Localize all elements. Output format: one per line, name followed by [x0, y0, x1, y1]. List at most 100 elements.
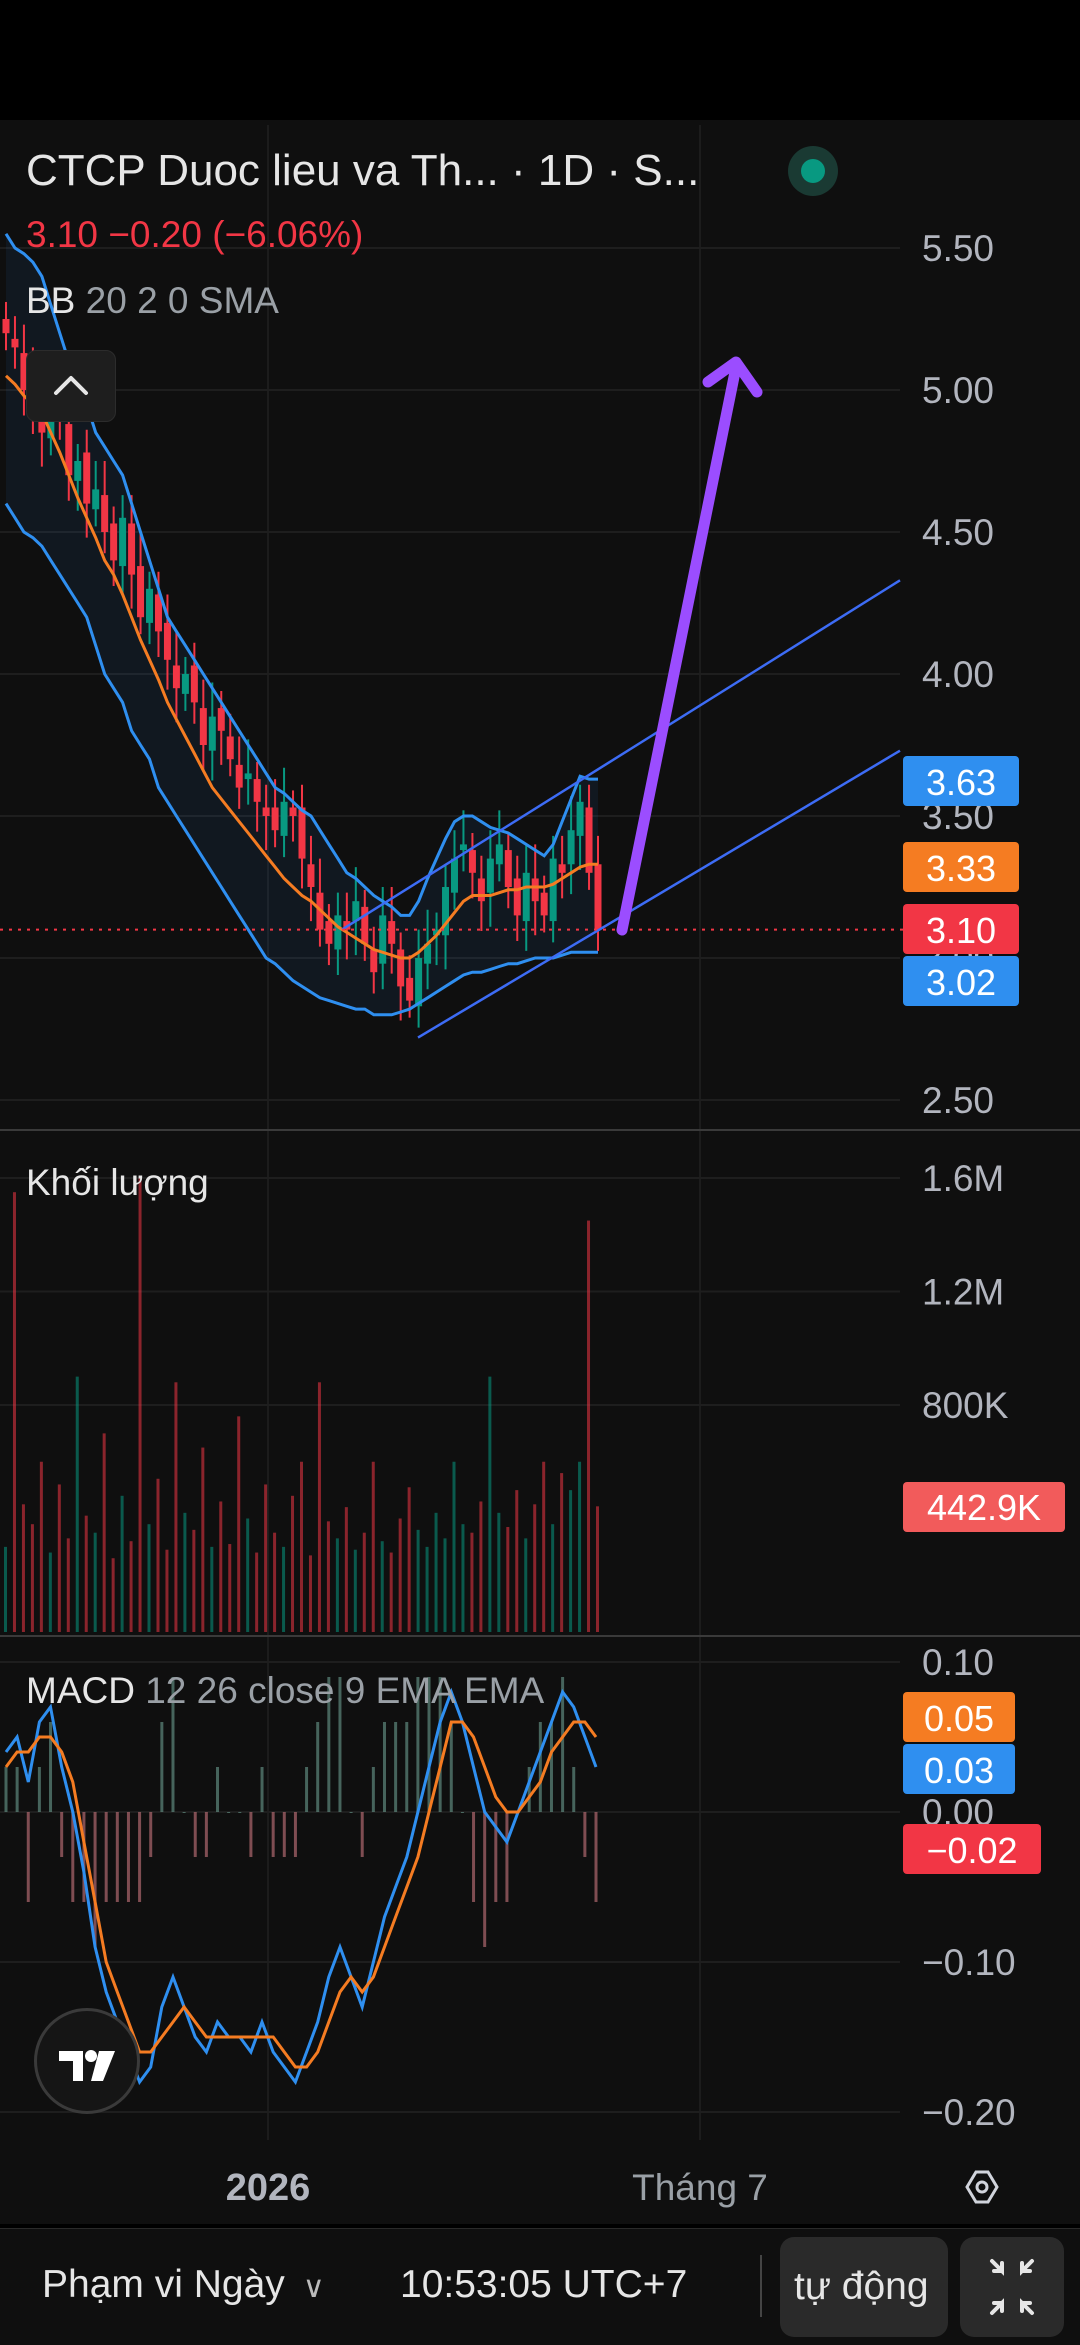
macd-histogram-bar [371, 1767, 375, 1812]
volume-bar [506, 1527, 510, 1632]
volume-bar [147, 1524, 151, 1632]
time-label-2026: 2026 [226, 2167, 311, 2209]
macd-histogram-bar [182, 1812, 186, 1813]
macd-histogram-bar [505, 1812, 509, 1902]
price-pane[interactable] [0, 232, 905, 1039]
macd-histogram-bar [271, 1812, 275, 1857]
macd-tag-label: −0.02 [926, 1830, 1017, 1871]
volume-bar [156, 1478, 160, 1632]
candle-body [397, 949, 405, 987]
macd-histogram-bar [460, 1812, 464, 1813]
macd-histogram-bar [483, 1812, 487, 1947]
candle-body [486, 858, 494, 893]
volume-bar [120, 1495, 124, 1632]
volume-bar [21, 1504, 25, 1632]
fit-screen-button[interactable] [960, 2237, 1064, 2337]
volume-bar [335, 1538, 339, 1632]
volume-bar [39, 1461, 43, 1632]
clock-timezone[interactable]: 10:53:05 UTC+7 [400, 2263, 687, 2307]
price-change-readout: 3.10 −0.20 (−6.06%) [26, 214, 364, 255]
auto-scale-button[interactable]: tự động [780, 2237, 948, 2337]
candle-body [119, 517, 127, 567]
volume-bar [497, 1512, 501, 1632]
macd-histogram-bar [26, 1812, 30, 1902]
macd-histogram-bar [4, 1767, 8, 1812]
macd-histogram-bar [37, 1767, 41, 1812]
price-tick-label: 2.50 [922, 1080, 994, 1121]
macd-histogram-bar [527, 1767, 531, 1812]
volume-bar [219, 1501, 223, 1632]
price-axis[interactable]: 2.503.003.504.004.505.005.503.633.333.10… [903, 228, 1065, 2133]
volume-bar [138, 1178, 142, 1632]
macd-histogram-bar [316, 1722, 320, 1812]
volume-tick-label: 800K [922, 1385, 1009, 1426]
volume-bar [210, 1546, 214, 1632]
volume-bar [470, 1532, 474, 1632]
candle-body [244, 773, 252, 780]
volume-bar [515, 1490, 519, 1632]
time-axis[interactable]: 2026 Tháng 7 [226, 2167, 999, 2209]
volume-bar [452, 1461, 456, 1632]
volume-bar [93, 1532, 97, 1632]
candle-body [415, 958, 423, 1007]
market-status-icon[interactable] [788, 146, 838, 196]
volume-bar [201, 1447, 205, 1632]
price-tick-label: 4.00 [922, 654, 994, 695]
volume-tick-label: 1.2M [922, 1272, 1004, 1313]
macd-histogram-bar [238, 1812, 242, 1813]
macd-histogram-bar [282, 1812, 286, 1857]
candle-body [289, 807, 297, 816]
macd-histogram-bar [360, 1812, 364, 1857]
macd-tag-label: 0.03 [924, 1750, 994, 1791]
volume-bar [12, 1192, 16, 1632]
candle-body [298, 807, 306, 859]
indicator-legend-bb[interactable]: BB 20 2 0 SMA [26, 280, 279, 322]
candle-body [92, 489, 100, 510]
macd-tick-label: −0.20 [922, 2092, 1016, 2133]
date-range-selector[interactable]: Phạm vi Ngày ∨ [42, 2263, 325, 2307]
volume-bar [434, 1512, 438, 1632]
macd-histogram-bar [15, 1767, 19, 1812]
volume-bar [389, 1552, 393, 1632]
volume-bar [111, 1558, 115, 1632]
volume-bar [371, 1461, 375, 1632]
volume-bar [488, 1376, 492, 1632]
indicator-name: BB [26, 280, 76, 321]
volume-bar [596, 1506, 599, 1632]
candle-body [334, 915, 342, 950]
collapse-arrows-icon [990, 2259, 1034, 2315]
volume-bar [30, 1524, 34, 1632]
macd-histogram-bar [293, 1812, 297, 1857]
volume-bar [228, 1544, 232, 1632]
pane-dividers[interactable] [0, 1129, 1080, 1637]
candle-body [11, 338, 19, 348]
price-tick-label: 4.50 [922, 512, 994, 553]
volume-bar [443, 1538, 447, 1632]
volume-bar [264, 1484, 268, 1632]
candle-body [459, 844, 467, 851]
settings-icon[interactable] [965, 2170, 999, 2204]
volume-bar [317, 1382, 321, 1632]
macd-tag-label: 0.05 [924, 1698, 994, 1739]
macd-histogram-bar [594, 1812, 598, 1902]
projection-arrow-line[interactable] [616, 366, 741, 936]
candle-body [388, 921, 396, 944]
macd-histogram-bar [572, 1767, 576, 1812]
candle-body [370, 949, 378, 973]
candle-body [513, 878, 521, 916]
volume-bar [255, 1552, 259, 1632]
channel-upper-line[interactable] [341, 579, 901, 931]
candle-body [208, 716, 216, 751]
volume-bar [407, 1487, 411, 1632]
price-tick-label: 5.00 [922, 370, 994, 411]
volume-bar [344, 1507, 348, 1632]
tradingview-logo-icon[interactable] [34, 2008, 140, 2114]
symbol-title[interactable]: CTCP Duoc lieu va Th... · 1D · S... [26, 146, 699, 196]
volume-bar [183, 1512, 187, 1632]
macd-histogram-bar [260, 1767, 264, 1812]
macd-pane-label[interactable]: MACD 12 26 close 9 EMA EMA [26, 1670, 544, 1712]
candle-body [379, 915, 387, 964]
macd-histogram-bar [249, 1812, 253, 1857]
candle-body [406, 977, 414, 1001]
collapse-legend-button[interactable] [26, 350, 116, 422]
